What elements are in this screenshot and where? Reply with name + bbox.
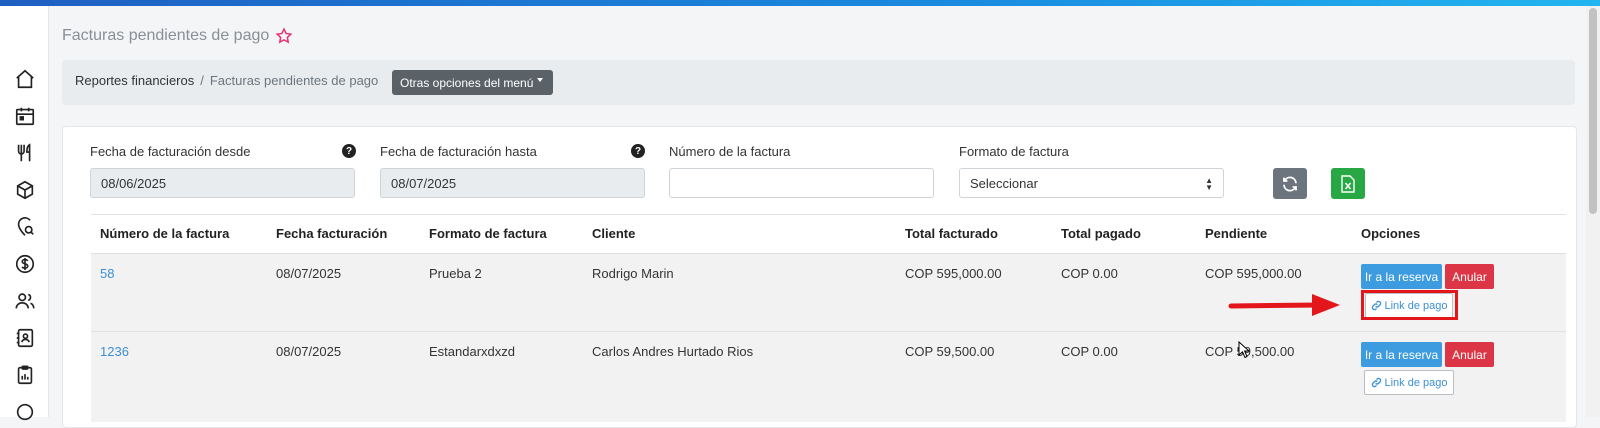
client-name: Carlos Andres Hurtado Rios: [592, 344, 754, 359]
breadcrumb: Reportes financieros / Facturas pendientes…: [75, 73, 378, 88]
other-menu-options-button[interactable]: Otras opciones del menú: [392, 70, 554, 95]
dollar-icon[interactable]: [14, 253, 36, 275]
pending-amount: COP 595,000.00: [1205, 266, 1302, 281]
total-billed: COP 59,500.00: [905, 344, 995, 359]
excel-file-icon: [1341, 174, 1355, 193]
cancel-invoice-button[interactable]: Anular: [1445, 264, 1494, 289]
invoice-date: 08/07/2025: [276, 266, 342, 281]
payment-link-button[interactable]: Link de pago: [1364, 370, 1454, 395]
invoice-number-link[interactable]: 58: [100, 266, 114, 281]
column-header: Cliente: [592, 226, 636, 241]
client-name: Rodrigo Marin: [592, 266, 674, 281]
help-icon[interactable]: ?: [631, 144, 645, 158]
breadcrumb-current: Facturas pendientes de pago: [209, 73, 379, 88]
location-search-icon[interactable]: [14, 216, 36, 238]
page-title: Facturas pendientes de pago: [62, 27, 293, 45]
table-row: [91, 253, 1566, 331]
date-to-input[interactable]: 08/07/2025: [380, 168, 645, 198]
breadcrumb-bar: Reportes financieros / Facturas pendientes…: [62, 60, 1575, 105]
users-icon[interactable]: [14, 290, 36, 312]
mouse-cursor-icon: [1238, 341, 1250, 359]
calendar-icon[interactable]: [14, 105, 36, 127]
date-to-label: Fecha de facturación hasta: [380, 144, 537, 159]
caret-down-icon: [537, 77, 544, 82]
select-arrows-icon: ▲ ▼: [1205, 176, 1213, 192]
other-menu-options-label: Otras opciones del menú: [400, 75, 534, 90]
restaurant-icon[interactable]: [14, 142, 36, 164]
column-header: Opciones: [1361, 226, 1421, 241]
page-title-text: Facturas pendientes de pago: [62, 27, 270, 44]
annotation-highlight-box: [1361, 290, 1458, 320]
table-top-border: [91, 214, 1566, 215]
refresh-icon: [1283, 175, 1297, 192]
breadcrumb-parent-link[interactable]: Reportes financieros: [75, 73, 194, 88]
invoice-format-selected: Seleccionar: [970, 175, 1038, 191]
invoice-number-input[interactable]: [669, 168, 934, 198]
column-header: Fecha facturación: [276, 226, 388, 241]
contacts-icon[interactable]: [14, 327, 36, 349]
total-billed: COP 595,000.00: [905, 266, 1002, 281]
invoice-number-label: Número de la factura: [669, 144, 791, 159]
payment-link-label: Link de pago: [1384, 376, 1448, 389]
go-to-reservation-button[interactable]: Ir a la reserva: [1361, 342, 1442, 367]
link-icon: [1371, 377, 1381, 388]
favorite-star-icon[interactable]: [275, 27, 293, 45]
scrollbar-thumb[interactable]: [1589, 8, 1597, 214]
invoice-format-select[interactable]: Seleccionar ▲ ▼: [959, 168, 1224, 198]
column-header: Total facturado: [905, 226, 998, 241]
top-accent-bar: [0, 0, 1600, 6]
sidebar: [0, 6, 49, 421]
total-paid: COP 0.00: [1061, 344, 1118, 359]
invoice-date: 08/07/2025: [276, 344, 342, 359]
invoice-format-label: Formato de factura: [959, 144, 1069, 159]
clipboard-icon[interactable]: [14, 364, 36, 386]
package-icon[interactable]: [14, 179, 36, 201]
total-paid: COP 0.00: [1061, 266, 1118, 281]
refresh-button[interactable]: [1273, 168, 1307, 199]
invoice-number-link[interactable]: 1236: [100, 344, 129, 359]
vertical-scrollbar[interactable]: [1586, 6, 1600, 417]
export-excel-button[interactable]: [1331, 168, 1365, 199]
column-header: Número de la factura: [100, 226, 230, 241]
date-from-input[interactable]: 08/06/2025: [90, 168, 355, 198]
invoice-format: Prueba 2: [429, 266, 482, 281]
date-from-label: Fecha de facturación desde: [90, 144, 251, 159]
column-header: Pendiente: [1205, 226, 1268, 241]
help-icon[interactable]: ?: [342, 144, 356, 158]
go-to-reservation-button[interactable]: Ir a la reserva: [1361, 264, 1442, 289]
column-header: Formato de factura: [429, 226, 547, 241]
home-icon[interactable]: [14, 68, 36, 90]
invoice-format: Estandarxdxzd: [429, 344, 515, 359]
breadcrumb-separator: /: [200, 73, 204, 88]
cancel-invoice-button[interactable]: Anular: [1445, 342, 1494, 367]
column-header: Total pagado: [1061, 226, 1141, 241]
circle-icon[interactable]: [14, 401, 36, 423]
annotation-arrow-icon: [1228, 294, 1340, 316]
